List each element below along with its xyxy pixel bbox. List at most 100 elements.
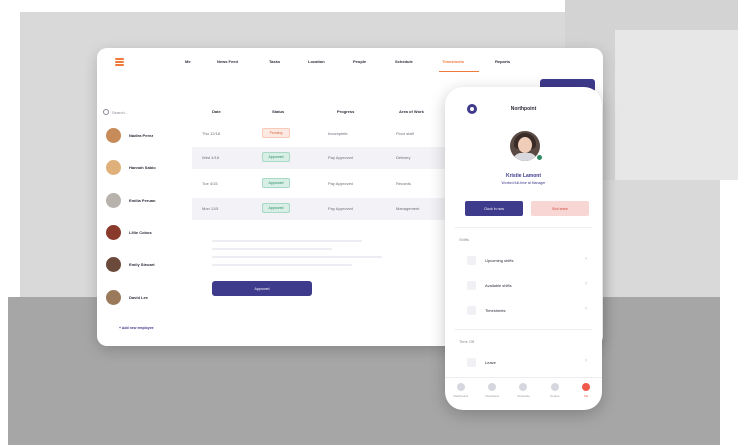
employee-name: Nadira Perez — [129, 132, 154, 138]
table-row[interactable]: Mon 11/5 Approved Pay Approved Managemen… — [192, 198, 447, 220]
bottom-tab-bar: Dashboard Newsfeed Schedule People Me — [445, 377, 602, 410]
nav-schedule[interactable]: Schedule — [395, 59, 413, 64]
tab-label: Dashboard — [453, 394, 469, 398]
nav-tasks[interactable]: Tasks — [269, 59, 280, 64]
employee-name: Lillie Cobos — [129, 229, 152, 235]
column-header-area: Area of Work — [399, 109, 424, 114]
add-employee-link[interactable]: + Add new employee — [119, 326, 154, 330]
row-area: Records — [396, 181, 411, 186]
tab-label: Newsfeed — [485, 394, 499, 398]
calendar-icon — [467, 256, 476, 265]
row-progress: Pay Approved — [328, 206, 353, 211]
employee-item[interactable]: Lillie Cobos — [106, 223, 182, 241]
row-progress: Pay Approved — [328, 181, 353, 186]
table-row[interactable]: Thu 12/18 Pending Incomplete Floor staff — [192, 123, 447, 145]
section-title-time-off: Time Off — [459, 339, 475, 344]
status-badge: Approved — [262, 203, 290, 213]
row-progress: Pay Approved — [328, 155, 353, 160]
employee-sidebar: Search... Nadira Perez Hannah Sabio Emil… — [97, 100, 183, 346]
nav-people[interactable]: People — [353, 59, 366, 64]
row-area: Floor staff — [396, 131, 414, 136]
corner-decor-inner — [615, 30, 738, 180]
employee-item[interactable]: Nadira Perez — [106, 126, 182, 144]
list-item-upcoming-shifts[interactable]: Upcoming shifts › — [459, 252, 589, 270]
nav-news-feed[interactable]: News Feed — [217, 59, 238, 64]
menu-icon[interactable] — [115, 58, 124, 66]
chevron-right-icon: › — [585, 306, 587, 312]
employee-name: Hannah Sabio — [129, 164, 156, 170]
list-item-label: Available shifts — [485, 283, 512, 288]
avatar — [106, 224, 121, 240]
tab-me[interactable]: Me — [574, 383, 598, 398]
tab-newsfeed[interactable]: Newsfeed — [480, 383, 504, 398]
marketing-backdrop: Me News Feed Tasks Location People Sched… — [0, 0, 738, 445]
newsfeed-icon — [488, 383, 497, 391]
placeholder-line — [212, 240, 362, 242]
clock-in-button[interactable]: Clock In now — [465, 201, 523, 216]
timesheet-icon — [467, 306, 476, 315]
dashboard-icon — [456, 383, 465, 391]
schedule-icon — [519, 383, 528, 391]
status-badge: Pending — [262, 128, 290, 138]
row-progress: Incomplete — [328, 131, 348, 136]
row-date: Wed 4/16 — [202, 155, 220, 160]
placeholder-line — [212, 248, 332, 250]
list-item-timesheets[interactable]: Timesheets › — [459, 302, 589, 320]
list-item-label: Leave — [485, 360, 496, 365]
chevron-right-icon: › — [585, 256, 587, 262]
row-date: Thu 12/18 — [202, 131, 221, 136]
tab-dashboard[interactable]: Dashboard — [449, 383, 473, 398]
list-item-available-shifts[interactable]: Available shifts › — [459, 277, 589, 295]
list-item-leave[interactable]: Leave › — [459, 354, 589, 372]
top-navigation: Me News Feed Tasks Location People Sched… — [97, 48, 603, 78]
employee-item[interactable]: Emilia Peruan — [106, 191, 182, 209]
avatar — [106, 127, 121, 143]
table-row[interactable]: Wed 4/16 Approved Pay Approved Delivery — [192, 147, 447, 169]
chevron-right-icon: › — [585, 281, 587, 287]
nav-timesheets[interactable]: Timesheets — [442, 59, 464, 64]
placeholder-line — [212, 264, 352, 266]
clock-icon — [467, 281, 476, 290]
employee-item[interactable]: Emily Steuart — [106, 255, 182, 273]
row-date: Tue 4/15 — [202, 181, 218, 186]
online-status-icon — [536, 154, 543, 161]
search-box[interactable]: Search... — [103, 107, 173, 117]
row-date: Mon 11/5 — [202, 206, 219, 211]
nav-reports[interactable]: Reports — [495, 59, 510, 64]
leave-icon — [467, 358, 476, 367]
list-item-label: Timesheets — [485, 308, 506, 313]
divider — [455, 227, 592, 228]
row-area: Management — [396, 206, 420, 211]
tab-schedule[interactable]: Schedule — [511, 383, 535, 398]
nav-active-indicator — [439, 71, 479, 72]
profile-role[interactable]: Worked full-time at Manager — [445, 181, 602, 185]
column-header-status: Status — [272, 109, 285, 114]
sick-leave-button[interactable]: Sick leave — [531, 201, 589, 216]
app-title: Northpoint — [510, 106, 537, 112]
avatar — [106, 289, 121, 305]
column-header-date: Date — [212, 109, 221, 114]
employee-item[interactable]: David Lee — [106, 288, 182, 306]
profile-name: Kristie Lamont — [505, 173, 541, 179]
employee-item[interactable]: Hannah Sabio — [106, 158, 182, 176]
tab-people[interactable]: People — [543, 383, 567, 398]
employee-name: David Lee — [129, 294, 148, 300]
me-icon — [582, 383, 591, 391]
nav-location[interactable]: Location — [308, 59, 325, 64]
chevron-right-icon: › — [585, 358, 587, 364]
search-icon — [103, 109, 109, 115]
list-item-label: Upcoming shifts — [485, 258, 514, 263]
tab-label: People — [550, 394, 560, 398]
employee-name: Emily Steuart — [129, 261, 155, 267]
search-input[interactable]: Search... — [112, 110, 128, 115]
status-badge: Approved — [262, 152, 290, 162]
row-area: Delivery — [396, 155, 411, 160]
approve-button[interactable]: Approved — [212, 281, 312, 296]
employee-name: Emilia Peruan — [129, 197, 156, 203]
section-title-shifts: Shifts — [459, 237, 470, 242]
table-row[interactable]: Tue 4/15 Approved Pay Approved Records — [192, 173, 447, 195]
nav-me[interactable]: Me — [185, 59, 191, 64]
placeholder-line — [212, 256, 382, 258]
phone-app: Northpoint Kristie Lamont Worked full-ti… — [445, 87, 602, 410]
avatar — [106, 192, 121, 208]
